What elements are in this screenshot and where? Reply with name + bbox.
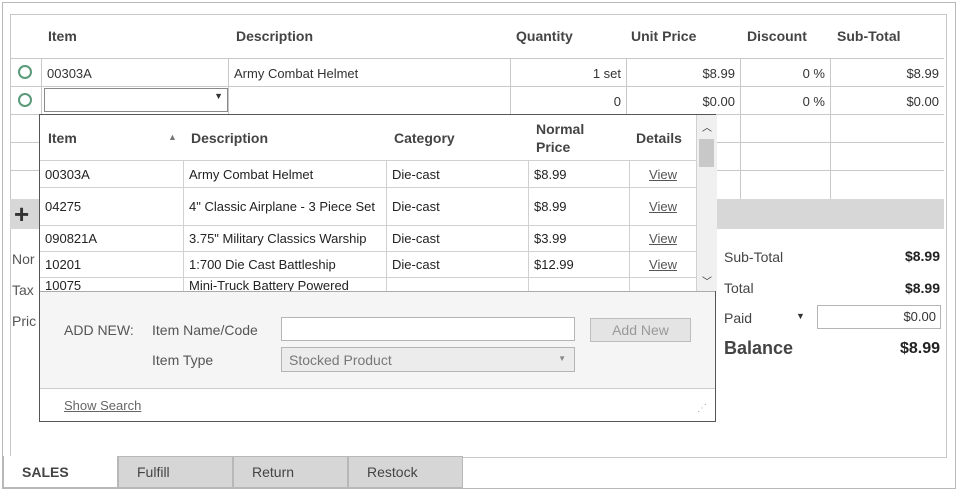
cell-category: Die-cast [386, 188, 528, 226]
scroll-down-icon[interactable]: ﹀ [702, 273, 712, 288]
view-link[interactable]: View [649, 200, 677, 214]
cell-price: $8.99 [528, 188, 629, 226]
item-name-input[interactable] [281, 317, 575, 341]
col-header-quantity: Quantity [516, 28, 573, 44]
cell-item: 04275 [45, 199, 82, 214]
divider [40, 388, 715, 389]
item-combo-cell: ▼ [41, 87, 228, 115]
cell-description: 3.75" Military Classics Warship [183, 226, 386, 252]
tab-return[interactable]: Return [233, 456, 348, 488]
view-link[interactable]: View [649, 258, 677, 272]
tab-restock[interactable]: Restock [348, 456, 463, 488]
popup-col-category[interactable]: Category [394, 115, 455, 160]
quantity-cell[interactable]: 0 [510, 87, 626, 115]
add-new-label: ADD NEW: [64, 322, 134, 338]
total-label: Total [724, 280, 754, 296]
item-cell[interactable]: 00303A [41, 59, 228, 87]
popup-col-item[interactable]: Item [48, 115, 77, 160]
divider [830, 114, 831, 199]
resize-grip-icon[interactable]: ⋰ [697, 403, 707, 414]
cell-price: $8.99 [528, 161, 629, 188]
row-select-radio[interactable] [18, 93, 32, 107]
popup-scrollbar[interactable]: ︿ ﹀ [696, 115, 717, 291]
header-text: Price [536, 138, 571, 155]
subtotal-cell: $0.00 [830, 87, 944, 115]
col-header-item: Item [48, 28, 77, 44]
list-item[interactable]: 10201 1:700 Die Cast Battleship Die-cast… [40, 251, 696, 278]
subtotal-cell: $8.99 [830, 59, 944, 87]
cell-item: 10201 [45, 257, 82, 272]
cell-description: 1:700 Die Cast Battleship [183, 252, 386, 278]
paid-input[interactable]: $0.00 [817, 305, 941, 329]
cell-description: 4" Classic Airplane - 3 Piece Set [183, 188, 386, 226]
item-type-select[interactable]: Stocked Product ▼ [281, 347, 575, 372]
discount-cell[interactable]: 0 % [740, 59, 830, 87]
cell-item: 10075 [45, 278, 82, 293]
cell-price: $12.99 [528, 252, 629, 278]
cell-category: Die-cast [386, 226, 528, 252]
cell-item: 090821A [45, 231, 98, 246]
popup-col-description[interactable]: Description [191, 115, 268, 160]
left-label: Pric [12, 313, 37, 329]
item-type-value: Stocked Product [289, 352, 392, 368]
add-new-button[interactable]: Add New [590, 318, 691, 342]
tab-fulfill[interactable]: Fulfill [118, 456, 233, 488]
item-search-popup: Item ▲ Description Category Normal Price… [39, 114, 717, 422]
unit-price-cell[interactable]: $0.00 [626, 87, 740, 115]
list-item[interactable]: 00303A Army Combat Helmet Die-cast $8.99… [40, 160, 696, 188]
subtotal-value: $8.99 [904, 248, 940, 264]
cell-details [629, 278, 696, 292]
unit-price-cell[interactable]: $8.99 [626, 59, 740, 87]
left-label: Tax [12, 282, 34, 298]
cell-price: $3.99 [528, 226, 629, 252]
discount-cell[interactable]: 0 % [740, 87, 830, 115]
cell-category: Die-cast [386, 161, 528, 188]
description-cell [228, 87, 510, 115]
table-row[interactable]: 00303A Army Combat Helmet 1 set $8.99 0 … [10, 59, 944, 87]
item-combo-input[interactable]: ▼ [44, 88, 228, 112]
paid-label: Paid [724, 310, 753, 326]
total-value: $8.99 [904, 280, 940, 296]
left-label: Nor [12, 251, 35, 267]
description-cell: Army Combat Helmet [228, 59, 510, 87]
view-link[interactable]: View [649, 167, 677, 182]
header-text: Normal [536, 120, 585, 137]
show-search-link[interactable]: Show Search [64, 398, 141, 413]
chevron-down-icon[interactable]: ▼ [214, 91, 223, 101]
view-link[interactable]: View [649, 232, 677, 246]
table-row[interactable]: ▼ 0 $0.00 0 % $0.00 [10, 87, 944, 115]
item-type-label: Item Type [152, 352, 214, 368]
popup-col-normal-price[interactable]: Normal Price [536, 115, 584, 160]
subtotal-label: Sub-Total [724, 249, 784, 265]
list-item[interactable]: 04275 4" Classic Airplane - 3 Piece Set … [40, 187, 696, 226]
sort-asc-icon[interactable]: ▲ [168, 132, 177, 142]
tab-sales[interactable]: SALES [3, 456, 118, 488]
col-header-description: Description [236, 28, 314, 44]
item-name-label: Item Name/Code [152, 322, 258, 338]
list-item[interactable]: 10075 Mini-Truck Battery Powered [40, 277, 696, 292]
divider [10, 170, 40, 171]
balance-value: $8.99 [899, 340, 940, 357]
list-item[interactable]: 090821A 3.75" Military Classics Warship … [40, 225, 696, 252]
quantity-cell[interactable]: 1 set [510, 59, 626, 87]
cell-description: Army Combat Helmet [183, 161, 386, 188]
cell-category [386, 278, 528, 292]
col-header-unit-price: Unit Price [631, 28, 697, 44]
col-header-discount: Discount [747, 28, 807, 44]
balance-label: Balance [724, 338, 794, 358]
cell-category: Die-cast [386, 252, 528, 278]
row-select-radio[interactable] [18, 65, 32, 79]
divider [740, 114, 741, 199]
scroll-thumb[interactable] [699, 139, 714, 167]
divider [10, 142, 40, 143]
popup-col-details[interactable]: Details [636, 115, 682, 160]
scroll-up-icon[interactable]: ︿ [702, 119, 712, 134]
col-header-subtotal: Sub-Total [837, 28, 901, 44]
paid-dropdown-icon[interactable]: ▼ [796, 311, 805, 321]
cell-item: 00303A [45, 166, 90, 182]
plus-icon[interactable]: + [14, 200, 29, 228]
cell-price [528, 278, 629, 292]
cell-description: Mini-Truck Battery Powered [183, 278, 386, 292]
chevron-down-icon: ▼ [558, 354, 566, 363]
